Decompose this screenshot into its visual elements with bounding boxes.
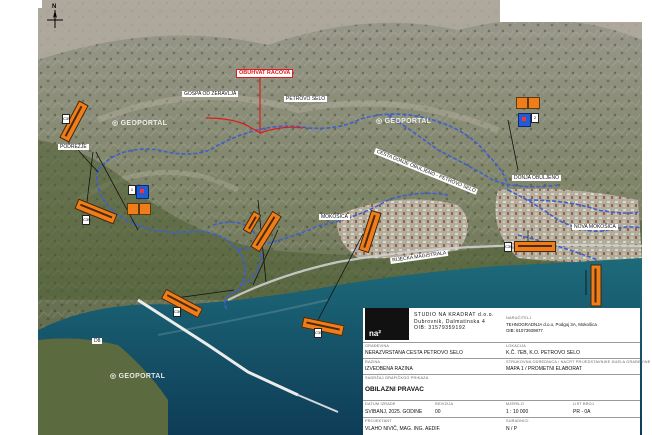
info-code-1: 1: [128, 185, 136, 195]
razina-label: RAZINA: [365, 360, 381, 364]
road-label-d8: D8: [92, 338, 103, 344]
info-sign-2: [518, 113, 531, 127]
highlight-label: OBUHVAT RACOVA: [236, 69, 294, 78]
projektant-label: PROJEKTANT: [365, 419, 392, 423]
watermark-1: GEOPORTAL: [112, 119, 167, 127]
info-sign-1: [136, 185, 149, 199]
watermark-3: GEOPORTAL: [110, 372, 165, 380]
suradnici-value: N / P: [506, 426, 518, 432]
list-value: PR - 0A: [573, 409, 591, 415]
logo-text: na²: [369, 329, 381, 338]
suradnici-label: SURADNICI: [506, 419, 529, 423]
north-arrow-icon: N: [45, 4, 65, 30]
list-label: LIST BROJ: [573, 402, 594, 406]
strukovna-label: STRUKOVNA ODREDNICA / NACRT PRIJEDSTAVNI…: [506, 360, 651, 364]
warning-sign-1b: [139, 203, 151, 215]
narucitelj-label: NARUČITELJ: [506, 316, 532, 320]
gradevina-value: NERAZVRSTANA CESTA PETROVO SELO: [365, 350, 463, 356]
sign-code-2: C39: [82, 215, 90, 225]
narucitelj-oib: OIB: 81073939877: [506, 328, 543, 333]
detour-sign-7: [514, 241, 556, 252]
warning-sign-2a: [516, 97, 528, 109]
place-label-nova: NOVA MOKOŠICA: [572, 224, 618, 230]
warning-sign-2b: [528, 97, 540, 109]
revizija-label: REVIZIJA: [435, 402, 454, 406]
datum-label: DATUM IZRADE: [365, 402, 396, 406]
narucitelj-value: TEHNOGRADNJA d.o.o, Podgoj 3A, Mokošica: [506, 322, 597, 327]
detour-sign-8: [590, 264, 602, 307]
datum-value: SVIBANJ, 2025. GODINE: [365, 409, 423, 415]
lokacija-value: K.Č. 7EB, K.O. PETROVO SELO: [506, 350, 580, 356]
studio-oib: OIB: 31579359192: [414, 325, 466, 331]
sign-code-1: C39: [62, 114, 70, 124]
place-label-podrezje: PODREŽJE: [58, 144, 89, 150]
sadrzaj-label: SADRŽAJ GRAFIČKOG PRIKAZA: [365, 376, 429, 380]
north-label: N: [52, 4, 57, 10]
place-label-mokosica: MOKOŠICA: [319, 214, 350, 220]
projektant-value: VLAHO NIVIČ, MAG. ING. AEDIF.: [365, 426, 441, 432]
warning-sign-1a: [127, 203, 139, 215]
watermark-2: GEOPORTAL: [376, 117, 431, 125]
mjerilo-value: 1 : 10 000: [506, 409, 529, 415]
sign-code-4: C39: [314, 328, 322, 338]
place-label-gospa: GOSPA OD ZERAVLJA: [182, 91, 239, 97]
studio-name: STUDIO NA KRADRAT d.o.o.: [414, 312, 495, 318]
sign-code-5: C39: [504, 242, 512, 252]
strukovna-value: MAPA 1 / PROMETNI ELABORAT: [506, 366, 582, 372]
sadrzaj-value: OBILAZNI PRAVAC: [365, 386, 424, 393]
studio-info: STUDIO NA KRADRAT d.o.o. Dubrovnik, Dalm…: [414, 312, 494, 332]
place-label-petrovo: PETROVO SELO: [284, 96, 328, 102]
title-block: na² STUDIO NA KRADRAT d.o.o. Dubrovnik, …: [363, 308, 650, 435]
info-code-2: 2: [531, 113, 539, 123]
sign-code-3: C39: [173, 307, 181, 317]
razina-value: IZVEDBENA RAZINA: [365, 366, 413, 372]
studio-logo: na²: [365, 308, 409, 340]
mjerilo-label: MJERILO: [506, 402, 524, 406]
lokacija-label: LOKACIJA: [506, 344, 526, 348]
gradevina-label: GRAĐEVINA: [365, 344, 390, 348]
revizija-value: 00: [435, 409, 441, 415]
place-label-donja: DONJA OBULJENO: [512, 175, 562, 181]
